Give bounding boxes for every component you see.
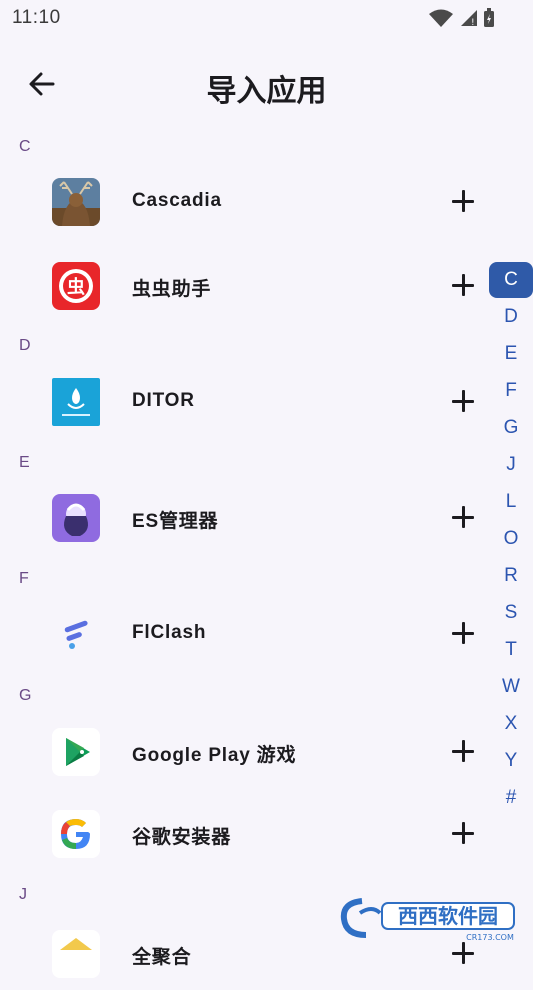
watermark-logo: 西西软件园 CR173.COM	[340, 895, 520, 942]
app-icon-quanjuhe	[52, 930, 100, 978]
svg-text:!: !	[471, 18, 475, 28]
list-item: 谷歌安装器	[0, 798, 490, 870]
status-bar: 11:10 !	[0, 0, 533, 36]
index-letter-g[interactable]: G	[489, 409, 533, 446]
add-button[interactable]	[448, 386, 478, 416]
status-time: 11:10	[12, 7, 61, 28]
index-letter-c[interactable]: C	[489, 262, 533, 298]
list-item: FlClash	[0, 598, 490, 670]
section-header-c: C	[19, 138, 31, 155]
list-item: Cascadia	[0, 166, 490, 238]
app-icon-google-play-games	[52, 728, 100, 776]
index-letter-y[interactable]: Y	[489, 742, 533, 779]
svg-text:虫: 虫	[67, 276, 85, 298]
add-button[interactable]	[448, 270, 478, 300]
svg-text:CR173.COM: CR173.COM	[466, 933, 514, 941]
battery-icon	[484, 8, 494, 27]
index-letter-d[interactable]: D	[489, 298, 533, 335]
app-name: ES管理器	[132, 511, 219, 532]
index-letter-x[interactable]: X	[489, 705, 533, 742]
section-header-f: F	[19, 570, 29, 587]
app-icon-chongchong: 虫	[52, 262, 100, 310]
app-name: DITOR	[132, 390, 195, 411]
app-name: 全聚合	[132, 947, 192, 968]
status-icons: !	[428, 8, 495, 28]
index-letter-r[interactable]: R	[489, 557, 533, 594]
list-item: Google Play 游戏	[0, 716, 490, 788]
app-icon-cascadia	[52, 178, 100, 226]
add-button[interactable]	[448, 502, 478, 532]
add-button[interactable]	[448, 736, 478, 766]
app-name: Google Play 游戏	[132, 745, 297, 766]
section-header-e: E	[19, 454, 30, 471]
index-letter-hash[interactable]: #	[489, 779, 533, 816]
app-icon-google-installer	[52, 810, 100, 858]
index-letter-o[interactable]: O	[489, 520, 533, 557]
add-button[interactable]	[448, 618, 478, 648]
section-header-d: D	[19, 337, 31, 354]
app-name: 虫虫助手	[132, 279, 212, 300]
index-letter-j[interactable]: J	[489, 446, 533, 483]
index-letter-l[interactable]: L	[489, 483, 533, 520]
index-letter-t[interactable]: T	[489, 631, 533, 668]
signal-icon: !	[460, 10, 477, 28]
svg-text:西西软件园: 西西软件园	[398, 904, 498, 928]
top-app-bar: 导入应用	[0, 52, 533, 116]
list-item: DITOR	[0, 366, 490, 438]
index-letter-s[interactable]: S	[489, 594, 533, 631]
app-name: FlClash	[132, 622, 207, 643]
add-button[interactable]	[448, 818, 478, 848]
page-title: 导入应用	[206, 75, 327, 108]
wifi-icon	[429, 9, 454, 27]
add-button[interactable]	[448, 186, 478, 216]
section-header-j: J	[19, 886, 27, 903]
app-name: Cascadia	[132, 190, 222, 211]
add-button[interactable]	[448, 938, 478, 968]
app-icon-ditor	[52, 378, 100, 426]
index-letter-f[interactable]: F	[489, 372, 533, 409]
app-icon-flclash	[52, 610, 100, 658]
list-item: ES管理器	[0, 482, 490, 554]
index-letter-w[interactable]: W	[489, 668, 533, 705]
list-item: 虫 虫虫助手	[0, 250, 490, 322]
app-name: 谷歌安装器	[132, 827, 232, 848]
alphabet-index[interactable]: C D E F G J L O R S T W X Y #	[489, 262, 533, 816]
section-header-g: G	[19, 687, 32, 704]
index-letter-e[interactable]: E	[489, 335, 533, 372]
app-icon-es-file-manager	[52, 494, 100, 542]
